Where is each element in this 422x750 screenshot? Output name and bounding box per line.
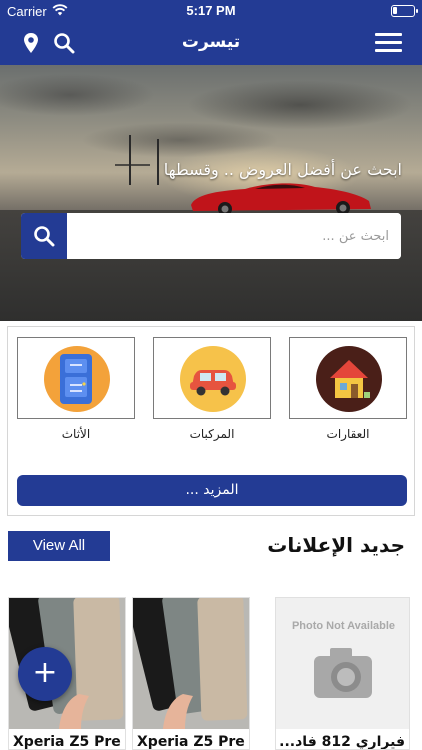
more-categories-button[interactable]: المزيد ... [17,475,407,506]
listing-image: Photo Not Available [276,598,409,729]
house-icon [316,346,382,412]
category-real-estate[interactable]: العقارات [289,337,407,455]
search-button[interactable] [21,213,67,259]
furniture-icon [44,346,110,412]
hero-tagline: ابحث عن أفضل العروض .. وقسطها [163,160,402,179]
category-tile [289,337,407,419]
listing-title: Xperia Z5 Pre... [13,734,121,750]
hero-crane-silhouette [115,135,159,185]
hamburger-menu-icon[interactable] [375,33,402,53]
listing-title: فيراري 812 فاد... [280,734,405,750]
categories-panel: الأثاث المركبات العقارات المزيد ... [7,326,415,516]
listing-title: Xperia Z5 Pre... [137,734,245,750]
hero-banner: ابحث عن أفضل العروض .. وقسطها [0,65,422,321]
category-furniture[interactable]: الأثاث [17,337,135,455]
camera-icon [314,648,372,698]
car-icon [180,346,246,412]
top-bar: Carrier 5:17 PM تيسرت [0,0,422,65]
view-all-button[interactable]: View All [8,531,110,561]
category-label: المركبات [189,427,235,441]
hero-car-image [191,183,371,216]
new-ads-title: جديد الإعلانات [267,533,405,557]
status-bar: Carrier 5:17 PM [0,0,422,22]
category-vehicles[interactable]: المركبات [153,337,271,455]
search-input[interactable] [67,213,401,259]
category-label: الأثاث [61,427,91,441]
category-tile [17,337,135,419]
category-label: العقارات [326,427,370,441]
page-title: تيسرت [181,32,241,52]
add-listing-button[interactable]: + [18,647,72,701]
search-icon [34,226,55,247]
hero-search-box [21,213,401,259]
listing-card[interactable]: Photo Not Available فيراري 812 فاد... [275,597,410,750]
battery-icon [391,5,418,17]
listing-card[interactable]: Xperia Z5 Pre... [132,597,250,750]
listing-image [133,598,249,729]
status-time: 5:17 PM [186,3,236,18]
category-tile [153,337,271,419]
nav-bar: تيسرت [0,22,422,65]
